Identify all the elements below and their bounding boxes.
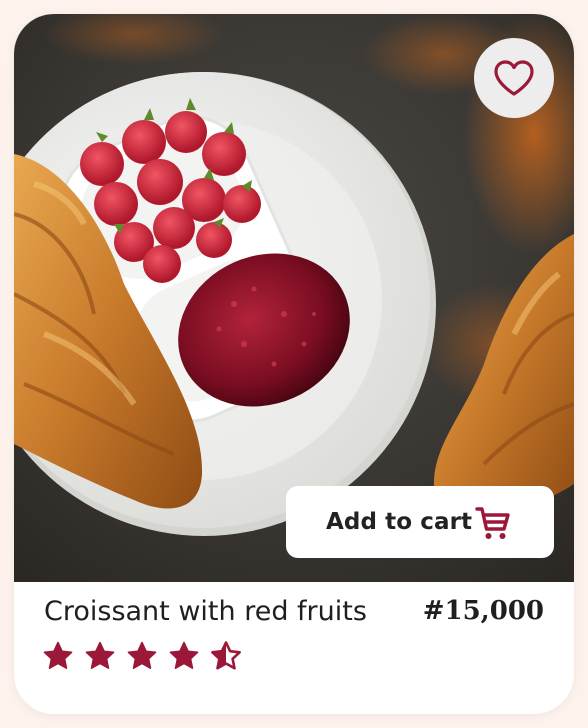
star-rating	[42, 640, 242, 672]
heart-outline-icon	[494, 60, 534, 96]
star-full-icon	[43, 641, 73, 669]
product-info: Croissant with red fruits #15,000	[14, 582, 574, 714]
shopping-cart-icon	[475, 507, 510, 539]
star-full-icon	[85, 641, 115, 669]
star-full-icon	[127, 641, 157, 669]
favorite-button[interactable]	[474, 38, 554, 118]
product-title: Croissant with red fruits	[44, 596, 367, 627]
add-to-cart-label: Add to cart	[326, 509, 473, 535]
star-half-icon	[211, 641, 241, 670]
product-price: #15,000	[422, 596, 544, 626]
product-card[interactable]: Add to cart Croissant with red fruits #1…	[14, 14, 574, 714]
star-full-icon	[169, 641, 199, 669]
add-to-cart-button[interactable]: Add to cart	[286, 486, 554, 558]
